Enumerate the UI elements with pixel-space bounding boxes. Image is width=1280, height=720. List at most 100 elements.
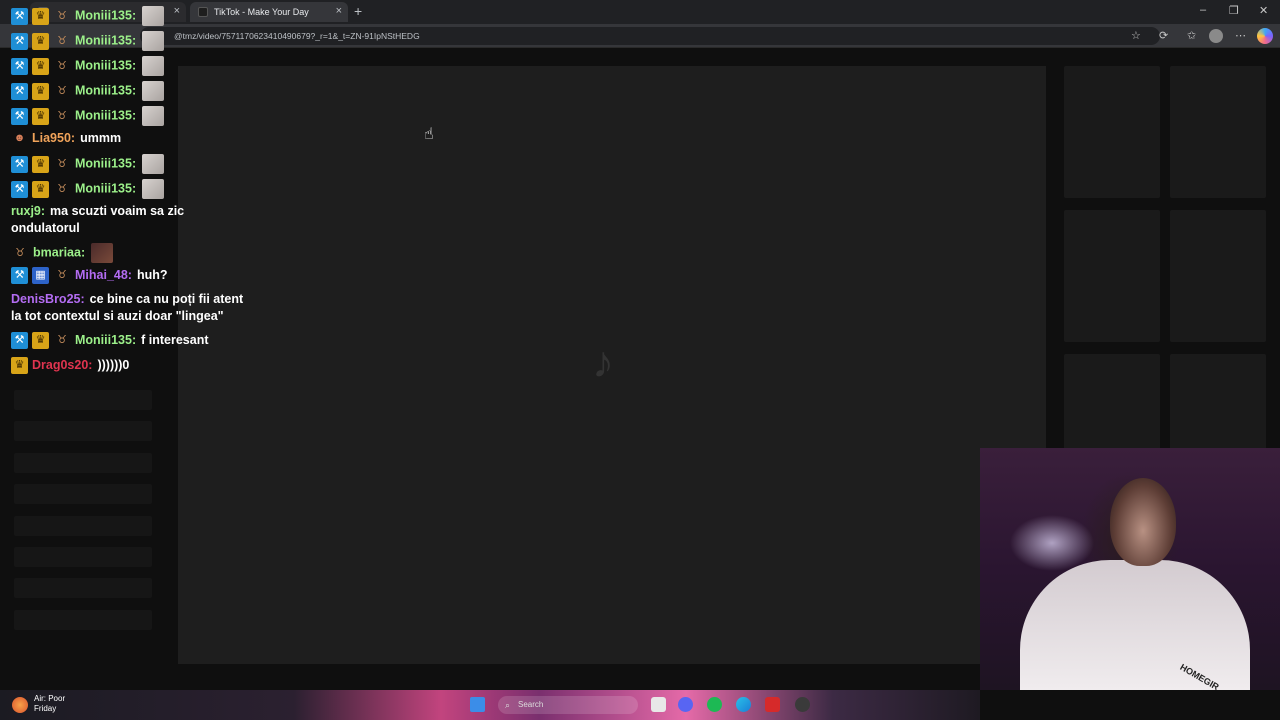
new-tab-button[interactable]: +: [354, 3, 362, 19]
edge-icon[interactable]: [736, 697, 751, 712]
chat-username[interactable]: Moniii135:: [75, 156, 136, 170]
chat-emote-icon: [142, 154, 165, 174]
chat-emote-icon: [142, 81, 165, 101]
weather-title: Air: Poor: [34, 694, 66, 703]
bull-emote-icon: ♉: [57, 9, 67, 22]
chat-placeholder-row: [14, 516, 152, 536]
tiktok-logo-icon: ♪: [592, 338, 614, 387]
chat-placeholder-row: [14, 453, 152, 473]
close-window-icon[interactable]: ✕: [1259, 4, 1268, 17]
chat-text-continued: la tot contextul si auzi doar "lingea": [11, 309, 224, 323]
chat-text: ce bine ca nu poți fii atent: [89, 292, 244, 306]
chat-text: ))))))0: [97, 358, 130, 372]
crown-badge-icon: ♛: [32, 180, 49, 198]
windows-taskbar: [0, 690, 980, 720]
chat-message: ⚒ ♛ ♉ Moniii135:: [11, 154, 165, 174]
minimize-icon[interactable]: –: [1200, 4, 1206, 16]
mod-badge-icon: ⚒: [11, 267, 28, 285]
copilot-icon[interactable]: [1257, 28, 1273, 44]
chat-username[interactable]: Moniii135:: [75, 8, 136, 22]
video-thumbnail[interactable]: [1170, 66, 1266, 198]
chat-username[interactable]: ruxj9:: [11, 204, 45, 218]
hand-cursor-icon: ☝: [424, 126, 434, 143]
cat-emote-icon: ☻: [13, 132, 26, 145]
discord-icon[interactable]: [678, 697, 693, 712]
mod-badge-icon: ⚒: [11, 180, 28, 198]
bull-emote-icon: ♉: [57, 109, 67, 122]
favorites-icon[interactable]: ✩: [1187, 29, 1196, 42]
chat-message: ♛ Drag0s20:))))))0: [11, 357, 130, 375]
video-thumbnail[interactable]: [1064, 66, 1160, 198]
bull-emote-icon: ♉: [57, 182, 67, 195]
crown-badge-icon: ♛: [32, 32, 49, 50]
weather-subtitle: Friday: [34, 704, 57, 713]
chat-text: ummm: [80, 131, 122, 145]
search-placeholder: Search: [518, 700, 544, 709]
chat-username[interactable]: Mihai_48:: [75, 268, 132, 282]
crown-badge-icon: ♛: [32, 155, 49, 173]
mod-badge-icon: ⚒: [11, 82, 28, 100]
bull-emote-icon: ♉: [57, 157, 67, 170]
app-red-icon[interactable]: [765, 697, 780, 712]
bull-emote-icon: ♉: [57, 269, 67, 282]
chat-placeholder-row: [14, 610, 152, 630]
chat-placeholder-row: [14, 547, 152, 567]
star-icon[interactable]: ☆: [1131, 29, 1141, 42]
bull-emote-icon: ♉: [57, 34, 67, 47]
crown-badge-icon: ♛: [32, 107, 49, 125]
chat-message: ⚒ ♛ ♉ Moniii135:: [11, 31, 165, 51]
crown-badge-icon: ♛: [32, 332, 49, 350]
mod-badge-icon: ⚒: [11, 57, 28, 75]
chat-message: ruxj9: ma scuzti voaim sa zic ondulatorul: [11, 203, 184, 237]
file-explorer-icon[interactable]: [651, 697, 666, 712]
spotify-icon[interactable]: [707, 697, 722, 712]
chat-emote-icon: [142, 56, 165, 76]
chat-username[interactable]: Moniii135:: [75, 181, 136, 195]
chat-emote-icon: [142, 31, 165, 51]
bull-emote-icon: ♉: [57, 59, 67, 72]
chat-message: ⚒ ♛ ♉ Moniii135:: [11, 6, 165, 26]
chat-placeholder-row: [14, 484, 152, 504]
chat-text-continued: ondulatorul: [11, 221, 80, 235]
video-thumbnail[interactable]: [1064, 210, 1160, 342]
bull-emote-icon: ♉: [57, 334, 67, 347]
mod-badge-icon: ⚒: [11, 107, 28, 125]
chat-message: ⚒ ♛ ♉ Moniii135:: [11, 81, 165, 101]
webcam-person: [1110, 478, 1176, 566]
start-button[interactable]: [470, 697, 485, 712]
chat-emote-icon: [142, 179, 165, 199]
crown-badge-icon: ♛: [32, 57, 49, 75]
refresh-icon[interactable]: ⟳: [1159, 29, 1168, 42]
restore-icon[interactable]: ❐: [1229, 4, 1239, 17]
chat-username[interactable]: Moniii135:: [75, 83, 136, 97]
chat-username[interactable]: Lia950:: [32, 131, 75, 145]
bull-emote-icon: ♉: [57, 84, 67, 97]
app-dark-icon[interactable]: [795, 697, 810, 712]
chat-message: DenisBro25: ce bine ca nu poți fii atent l…: [11, 291, 243, 325]
chat-placeholder-row: [14, 390, 152, 410]
weather-widget[interactable]: Air: Poor Friday: [34, 694, 65, 714]
weather-icon[interactable]: [12, 697, 28, 713]
profile-avatar[interactable]: [1209, 29, 1223, 43]
chat-username[interactable]: Moniii135:: [75, 33, 136, 47]
chat-username[interactable]: Drag0s20:: [32, 358, 92, 372]
taskbar-search[interactable]: ⌕ Search: [498, 696, 638, 714]
video-thumbnail[interactable]: [1170, 210, 1266, 342]
chat-message: ⚒ ▦ ♉ Mihai_48: huh?: [11, 267, 168, 285]
chat-username[interactable]: Moniii135:: [75, 333, 136, 347]
chat-emote-icon: [91, 243, 114, 263]
crown-badge-icon: ♛: [32, 7, 49, 25]
chat-message: ⚒ ♛ ♉ Moniii135:: [11, 106, 165, 126]
chat-emote-icon: [142, 106, 165, 126]
chat-username[interactable]: Moniii135:: [75, 108, 136, 122]
chat-message: ⚒ ♛ ♉ Moniii135:: [11, 56, 165, 76]
grid-badge-icon: ▦: [32, 267, 49, 285]
chat-username[interactable]: Moniii135:: [75, 58, 136, 72]
chat-username[interactable]: bmariaa:: [33, 245, 85, 259]
more-menu-icon[interactable]: ⋯: [1235, 29, 1246, 42]
chat-username[interactable]: DenisBro25:: [11, 292, 85, 306]
crown-badge-icon: ♛: [32, 82, 49, 100]
chat-emote-icon: [142, 6, 165, 26]
chat-message: ♉ bmariaa:: [11, 243, 114, 263]
tab-close-icon[interactable]: ×: [336, 5, 342, 17]
